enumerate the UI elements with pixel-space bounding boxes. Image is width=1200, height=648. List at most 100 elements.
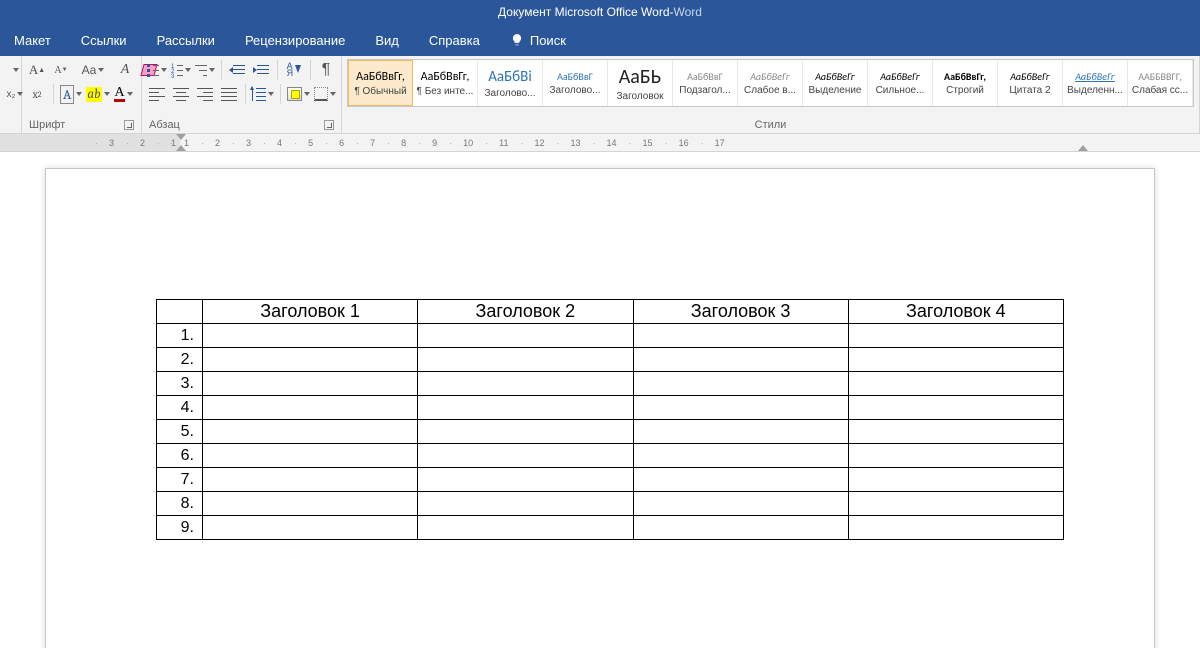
- row-number-cell[interactable]: 5.: [157, 420, 203, 444]
- numbering-button[interactable]: 123: [171, 60, 191, 80]
- table-cell[interactable]: [633, 372, 848, 396]
- paragraph-dialog-launcher[interactable]: [324, 120, 334, 130]
- increase-indent-button[interactable]: [251, 60, 271, 80]
- row-number-cell[interactable]: 2.: [157, 348, 203, 372]
- table-cell[interactable]: [418, 420, 633, 444]
- table-header-cell[interactable]: Заголовок 1: [203, 300, 418, 324]
- style-item[interactable]: АаБбВеГгЦитата 2: [998, 60, 1063, 106]
- row-number-cell[interactable]: 4.: [157, 396, 203, 420]
- table-row[interactable]: 7.: [157, 468, 1064, 492]
- borders-button[interactable]: [314, 84, 336, 104]
- table-cell[interactable]: [418, 372, 633, 396]
- horizontal-ruler[interactable]: 3 2 1 1234567891011121314151617: [0, 134, 1200, 152]
- style-item[interactable]: АаБбВвГг,¶ Обычный: [348, 60, 413, 106]
- style-item[interactable]: АаБбВеГгСлабое в...: [738, 60, 803, 106]
- table-cell[interactable]: [418, 468, 633, 492]
- table-cell[interactable]: [418, 492, 633, 516]
- table-cell[interactable]: [203, 396, 418, 420]
- table-cell[interactable]: [203, 444, 418, 468]
- style-item[interactable]: АаБбВеГгВыделение: [803, 60, 868, 106]
- tab-review[interactable]: Рецензирование: [241, 27, 349, 54]
- tell-me[interactable]: Поиск: [506, 27, 570, 54]
- table-cell[interactable]: [848, 420, 1063, 444]
- align-right-button[interactable]: [195, 84, 215, 104]
- font-dialog-launcher[interactable]: [124, 120, 134, 130]
- table-cell[interactable]: [203, 468, 418, 492]
- tab-layout[interactable]: Макет: [10, 27, 55, 54]
- table-cell[interactable]: [203, 492, 418, 516]
- row-number-cell[interactable]: 9.: [157, 516, 203, 540]
- highlight-button[interactable]: ab: [86, 84, 109, 104]
- table-cell[interactable]: [418, 324, 633, 348]
- table-cell[interactable]: [203, 516, 418, 540]
- table-header-cell[interactable]: Заголовок 4: [848, 300, 1063, 324]
- tab-view[interactable]: Вид: [371, 27, 403, 54]
- table-row[interactable]: 5.: [157, 420, 1064, 444]
- line-spacing-button[interactable]: [252, 84, 274, 104]
- change-case-button[interactable]: Aa: [83, 60, 103, 80]
- table-cell[interactable]: [418, 396, 633, 420]
- table-row[interactable]: 3.: [157, 372, 1064, 396]
- style-item[interactable]: ААББВВГГ,Слабая сс...: [1128, 60, 1193, 106]
- table-cell[interactable]: [848, 396, 1063, 420]
- table-header-cell[interactable]: Заголовок 3: [633, 300, 848, 324]
- row-number-cell[interactable]: 3.: [157, 372, 203, 396]
- shading-button[interactable]: [287, 84, 311, 104]
- bullets-button[interactable]: [147, 60, 167, 80]
- table-cell[interactable]: [418, 516, 633, 540]
- table-cell[interactable]: [203, 372, 418, 396]
- table-cell[interactable]: [633, 324, 848, 348]
- table-cell[interactable]: [633, 492, 848, 516]
- tab-mailings[interactable]: Рассылки: [153, 27, 219, 54]
- table-cell[interactable]: [848, 492, 1063, 516]
- style-item[interactable]: АаБбВвГг,Строгий: [933, 60, 998, 106]
- table-cell[interactable]: [848, 444, 1063, 468]
- table-cell[interactable]: [203, 348, 418, 372]
- page[interactable]: Заголовок 1 Заголовок 2 Заголовок 3 Заго…: [45, 168, 1155, 648]
- tab-help[interactable]: Справка: [425, 27, 484, 54]
- style-item[interactable]: АаБбВеГгСильное...: [868, 60, 933, 106]
- row-number-cell[interactable]: 7.: [157, 468, 203, 492]
- styles-gallery[interactable]: АаБбВвГг,¶ ОбычныйАаБбВвГг,¶ Без инте...…: [347, 59, 1194, 107]
- row-number-cell[interactable]: 8.: [157, 492, 203, 516]
- table-row[interactable]: 6.: [157, 444, 1064, 468]
- table-cell[interactable]: [418, 348, 633, 372]
- paste-dropdown[interactable]: [5, 60, 25, 80]
- table-row[interactable]: 2.: [157, 348, 1064, 372]
- row-number-cell[interactable]: 6.: [157, 444, 203, 468]
- table-row[interactable]: 1.: [157, 324, 1064, 348]
- table-row[interactable]: 9.: [157, 516, 1064, 540]
- table-cell[interactable]: [633, 396, 848, 420]
- table-cell[interactable]: [633, 348, 848, 372]
- right-indent-marker[interactable]: [1078, 145, 1088, 151]
- table-cell[interactable]: [633, 516, 848, 540]
- table-cell[interactable]: [848, 324, 1063, 348]
- subscript-dropdown[interactable]: x₂: [5, 84, 25, 104]
- grow-font-button[interactable]: A▲: [27, 60, 47, 80]
- clear-formatting-button[interactable]: [115, 60, 135, 80]
- style-item[interactable]: АаБбВвГЗаголово...: [543, 60, 608, 106]
- multilevel-list-button[interactable]: [195, 60, 215, 80]
- table-cell[interactable]: [848, 348, 1063, 372]
- font-color-button[interactable]: A: [114, 84, 134, 104]
- table-cell[interactable]: [848, 516, 1063, 540]
- superscript-button[interactable]: x2: [27, 84, 47, 104]
- table-cell[interactable]: [633, 468, 848, 492]
- align-center-button[interactable]: [171, 84, 191, 104]
- style-item[interactable]: АаБбВвГПодзагол...: [673, 60, 738, 106]
- decrease-indent-button[interactable]: [227, 60, 247, 80]
- document-table[interactable]: Заголовок 1 Заголовок 2 Заголовок 3 Заго…: [156, 299, 1064, 540]
- style-item[interactable]: АаБбВеГгВыделенн...: [1063, 60, 1128, 106]
- show-hide-button[interactable]: ¶: [316, 60, 336, 80]
- text-effects-button[interactable]: A: [60, 84, 82, 104]
- table-cell[interactable]: [418, 444, 633, 468]
- shrink-font-button[interactable]: A▼: [51, 60, 71, 80]
- table-cell[interactable]: [848, 372, 1063, 396]
- table-cell[interactable]: [633, 444, 848, 468]
- table-cell[interactable]: [848, 468, 1063, 492]
- style-item[interactable]: АаБЬЗаголовок: [608, 60, 673, 106]
- table-cell[interactable]: [203, 420, 418, 444]
- align-justify-button[interactable]: [219, 84, 239, 104]
- sort-button[interactable]: AЯ: [284, 60, 304, 80]
- align-left-button[interactable]: [147, 84, 167, 104]
